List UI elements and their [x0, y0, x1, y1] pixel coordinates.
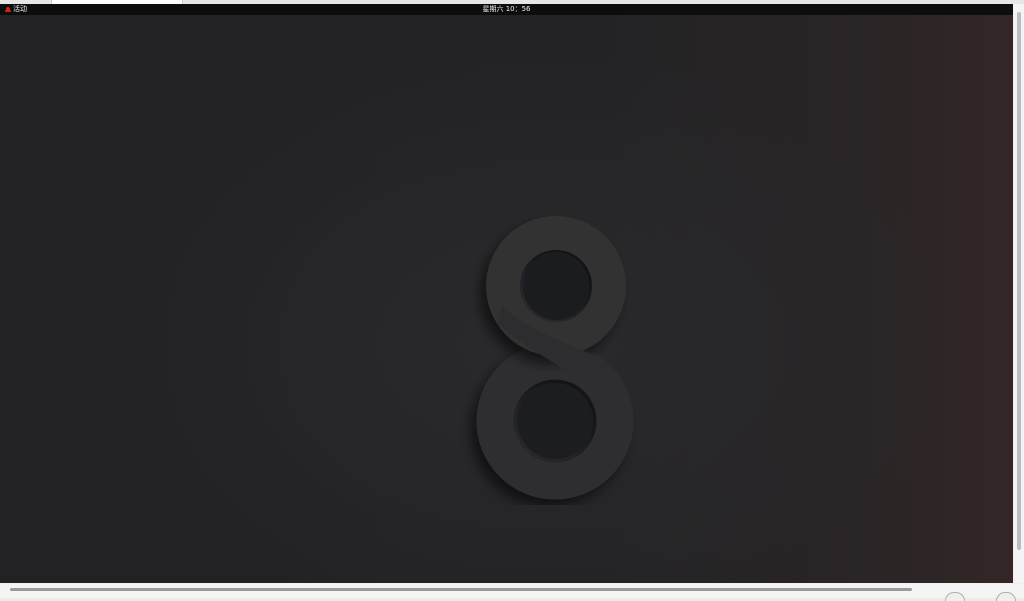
- viewer-control[interactable]: [945, 592, 965, 601]
- vertical-scrollbar[interactable]: [1014, 4, 1024, 583]
- vm-viewer-window: 活动 星期六 10：56: [0, 0, 1024, 601]
- clock-button[interactable]: 星期六 10：56: [0, 4, 1013, 15]
- guest-display[interactable]: 活动 星期六 10：56: [0, 4, 1013, 583]
- gnome-top-bar: 活动 星期六 10：56: [0, 4, 1013, 15]
- rhel-8-logo: [476, 216, 634, 500]
- horizontal-scrollbar[interactable]: [0, 584, 1024, 601]
- viewer-control[interactable]: [996, 592, 1016, 601]
- horizontal-scroll-thumb[interactable]: [10, 588, 912, 591]
- desktop-wallpaper: [0, 15, 1013, 583]
- clock-label: 星期六 10：56: [482, 5, 531, 13]
- vertical-scroll-thumb[interactable]: [1017, 12, 1021, 550]
